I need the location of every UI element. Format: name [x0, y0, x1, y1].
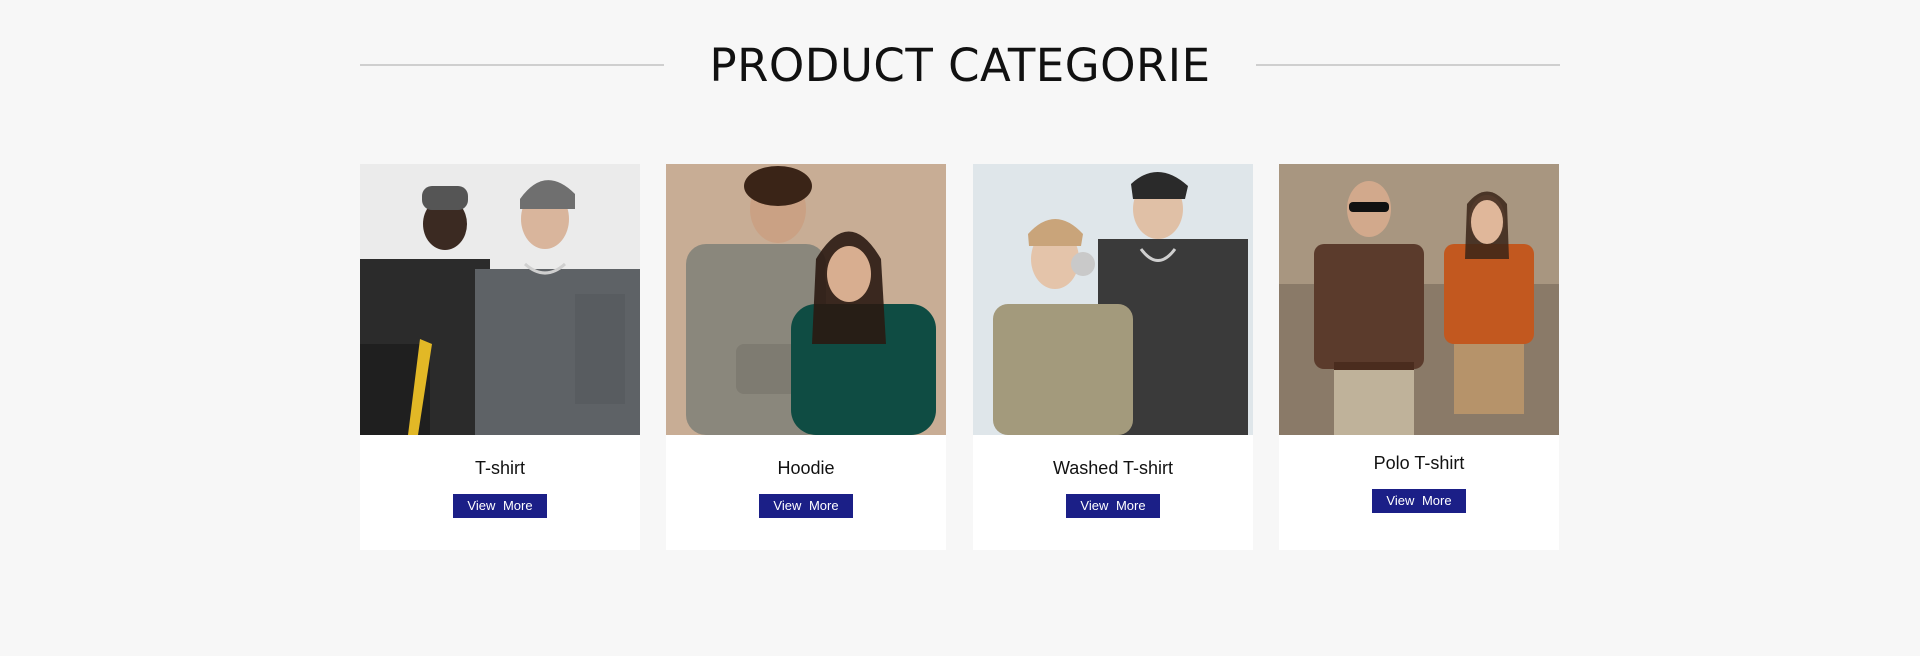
category-card-tshirt[interactable]: T-shirt View More: [360, 164, 640, 550]
heading-divider-right: [1256, 64, 1560, 66]
category-image-hoodie[interactable]: [666, 164, 946, 435]
category-card-hoodie[interactable]: Hoodie View More: [666, 164, 946, 550]
view-more-button[interactable]: View More: [453, 494, 547, 518]
view-more-button[interactable]: View More: [759, 494, 853, 518]
section-heading: PRODUCT CATEGORIE: [360, 38, 1560, 94]
category-title: T-shirt: [474, 458, 525, 478]
category-card-washed-tshirt[interactable]: Washed T-shirt View More: [973, 164, 1253, 550]
section-title: PRODUCT CATEGORIE: [709, 39, 1211, 92]
view-more-button[interactable]: View More: [1372, 489, 1466, 513]
category-title: Hoodie: [777, 458, 835, 478]
category-image-washed-tshirt[interactable]: [973, 164, 1253, 435]
category-image-polo-tshirt[interactable]: [1279, 164, 1559, 435]
category-card-polo-tshirt[interactable]: Polo T-shirt View More: [1279, 164, 1559, 550]
category-title: Washed T-shirt: [1052, 458, 1174, 478]
view-more-button[interactable]: View More: [1066, 494, 1160, 518]
category-title: Polo T-shirt: [1373, 453, 1465, 473]
category-image-tshirt[interactable]: [360, 164, 640, 435]
